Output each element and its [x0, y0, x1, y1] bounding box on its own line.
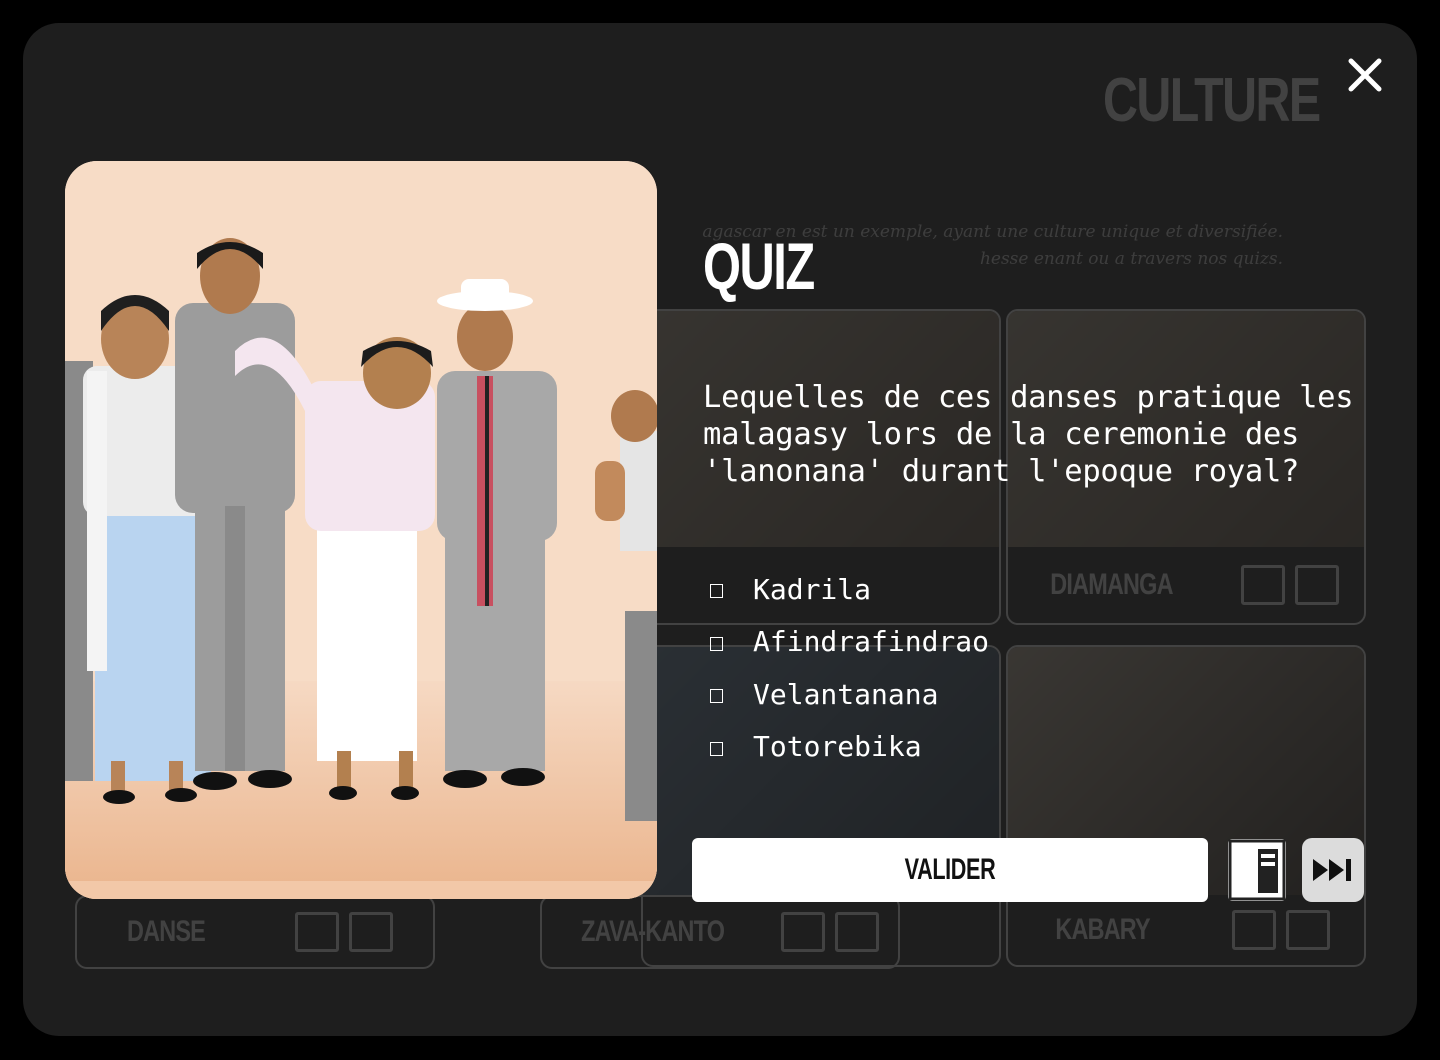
checkbox[interactable]: [710, 636, 723, 651]
book-icon: [1240, 565, 1285, 605]
dancers-illustration: [65, 161, 657, 899]
book-icon: [295, 912, 340, 952]
background-intro: agascar en est un exemple, ayant une cul…: [583, 219, 1283, 273]
answer-label: Kadrila: [753, 572, 872, 606]
skip-button[interactable]: [1302, 838, 1364, 902]
card-label: ZAVA-KANTO: [580, 915, 725, 948]
question-icon: [1285, 910, 1330, 950]
book-icon: [781, 912, 826, 952]
lesson-button[interactable]: [1228, 839, 1286, 901]
answer-option-velantanana[interactable]: Velantanana: [707, 668, 989, 721]
book-icon: [1231, 910, 1276, 950]
checkbox[interactable]: [710, 584, 723, 599]
background-intro-line: agascar en est un exemple, ayant une cul…: [702, 222, 1283, 242]
card-label: DANSE: [127, 915, 206, 948]
answer-label: Velantanana: [753, 677, 939, 711]
validate-button[interactable]: VALIDER: [692, 838, 1208, 902]
quiz-title: QUIZ: [703, 229, 815, 303]
background-card-kabary: KABARY: [1006, 645, 1366, 967]
skip-next-icon: [1313, 859, 1351, 881]
quiz-modal-panel: CULTURE agascar en est un exemple, ayant…: [23, 23, 1417, 1036]
checkbox[interactable]: [710, 689, 723, 704]
close-button[interactable]: [1343, 53, 1387, 97]
quiz-illustration: [65, 161, 657, 899]
question-icon: [1294, 565, 1339, 605]
card-label: KABARY: [1055, 913, 1151, 946]
question-icon: [349, 912, 394, 952]
answer-option-totorebika[interactable]: Totorebika: [707, 721, 989, 774]
answer-label: Totorebika: [753, 730, 922, 764]
close-icon: [1348, 58, 1382, 92]
background-card-danse: DANSE: [75, 895, 435, 969]
background-intro-line: hesse enant ou a travers nos quizs.: [979, 249, 1283, 269]
card-label: DIAMANGA: [1050, 568, 1174, 601]
answer-label: Afindrafindrao: [753, 625, 990, 659]
question-icon: [835, 912, 880, 952]
checkbox[interactable]: [710, 741, 723, 756]
background-title: CULTURE: [1103, 66, 1321, 135]
background-card-zava-kanto: ZAVA-KANTO: [540, 895, 900, 969]
answer-options: Kadrila Afindrafindrao Velantanana Totor…: [707, 563, 989, 773]
validate-label: VALIDER: [904, 853, 996, 886]
book-icon: [1228, 839, 1286, 901]
quiz-question: Lequelles de ces danses pratique les mal…: [703, 380, 1354, 489]
answer-option-afindrafindrao[interactable]: Afindrafindrao: [707, 616, 989, 669]
answer-option-kadrila[interactable]: Kadrila: [707, 563, 989, 616]
